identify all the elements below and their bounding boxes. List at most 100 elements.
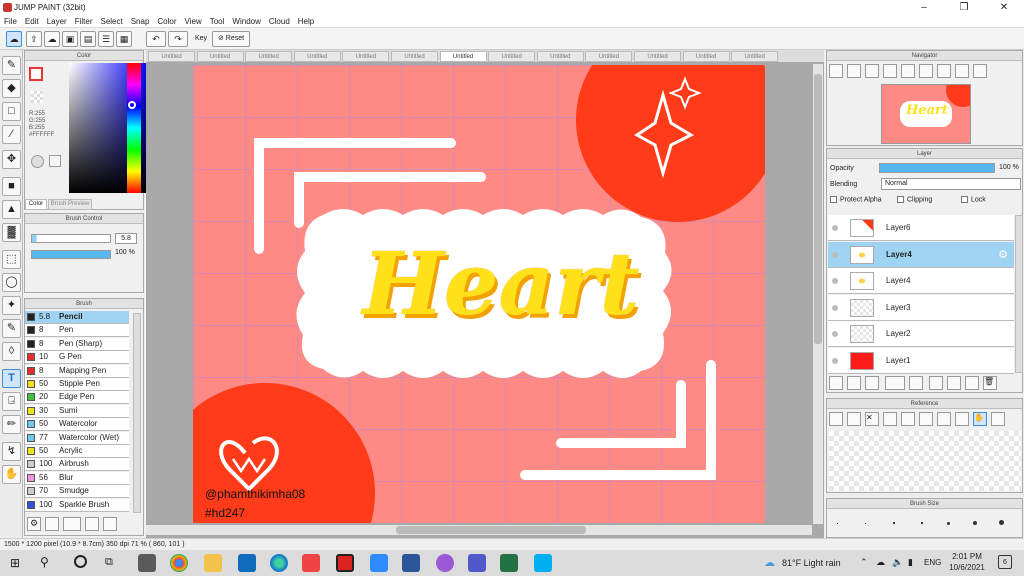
- dropper-tool-icon[interactable]: ✏: [2, 415, 21, 434]
- menu-snap[interactable]: Snap: [127, 16, 154, 27]
- brush-import-icon[interactable]: [63, 517, 81, 531]
- layer-row[interactable]: Layer6: [828, 215, 1014, 241]
- duplicate-layer-icon[interactable]: [929, 376, 943, 390]
- transparent-swatch[interactable]: [31, 91, 43, 103]
- artwork-canvas[interactable]: Heart @phamthikimha08 #hd247: [193, 65, 765, 523]
- menu-select[interactable]: Select: [96, 16, 126, 27]
- weather-text[interactable]: 81°F Light rain: [782, 558, 841, 568]
- clock-date[interactable]: 10/6/2021: [946, 563, 988, 572]
- bucket-tool-icon[interactable]: ▲: [2, 200, 21, 219]
- brush-item[interactable]: 70 Smudge: [25, 485, 129, 499]
- document-tab[interactable]: Untitled: [634, 51, 681, 62]
- layer-row[interactable]: Layer4: [828, 268, 1014, 294]
- document-tab[interactable]: Untitled: [342, 51, 390, 62]
- document-tab[interactable]: Untitled: [148, 51, 195, 62]
- layer-row[interactable]: Layer4 ⚙: [828, 241, 1014, 268]
- cloud-icon[interactable]: ☁: [6, 31, 22, 47]
- new-8bit-layer-icon[interactable]: [847, 376, 861, 390]
- protect-alpha-checkbox[interactable]: Protect Alpha: [830, 196, 882, 203]
- mail-app-icon[interactable]: [238, 554, 256, 572]
- volume-icon[interactable]: 🔈: [892, 557, 903, 568]
- brush-item[interactable]: 50 Stipple Pen: [25, 378, 129, 391]
- reference-open-icon[interactable]: [847, 412, 861, 426]
- layer-visibility-icon[interactable]: [832, 357, 838, 364]
- paint-app-icon[interactable]: [302, 554, 320, 572]
- brush-folder-icon[interactable]: [103, 517, 117, 531]
- edge-app-icon[interactable]: [270, 554, 288, 572]
- reference-zoom-out-icon[interactable]: [901, 412, 915, 426]
- gradient-tool-icon[interactable]: ▓: [2, 223, 21, 242]
- save-icon[interactable]: ▣: [62, 31, 78, 47]
- brush-item[interactable]: 8 Pen (Sharp): [25, 337, 129, 351]
- rotate-left-icon[interactable]: [919, 64, 933, 78]
- line-tool-icon[interactable]: ∕: [2, 125, 21, 144]
- minimize-button[interactable]: –: [904, 0, 944, 16]
- text-tool-icon[interactable]: T: [2, 369, 21, 388]
- brush-size-presets[interactable]: [831, 517, 1015, 531]
- document-tab[interactable]: Untitled: [488, 51, 536, 62]
- brush-item[interactable]: 5.8 Pencil: [25, 311, 129, 324]
- list-icon[interactable]: ☰: [98, 31, 114, 47]
- menu-file[interactable]: File: [0, 16, 21, 27]
- rotate-reset-icon[interactable]: [937, 64, 951, 78]
- blending-select[interactable]: Normal: [881, 178, 1021, 190]
- layer-visibility-icon[interactable]: [832, 225, 838, 231]
- rotate-right-icon[interactable]: [955, 64, 969, 78]
- task-view-icon[interactable]: ⧉: [105, 556, 113, 569]
- word-app-icon[interactable]: [402, 554, 420, 572]
- document-tab[interactable]: Untitled: [585, 51, 633, 62]
- brush-item[interactable]: 100 Airbrush: [25, 458, 129, 472]
- horizontal-scrollbar[interactable]: [146, 525, 812, 535]
- brush-item[interactable]: 8 Mapping Pen: [25, 364, 129, 378]
- teams-app-icon[interactable]: [468, 554, 486, 572]
- brush-tool-icon[interactable]: ✎: [2, 56, 21, 75]
- clipping-checkbox[interactable]: Clipping: [897, 196, 932, 203]
- menu-color[interactable]: Color: [153, 16, 180, 27]
- tab-color[interactable]: Color: [25, 199, 47, 210]
- reference-dropper-icon[interactable]: [955, 412, 969, 426]
- select-pen-icon[interactable]: ✎: [2, 319, 21, 338]
- foreground-color-swatch[interactable]: [29, 67, 43, 81]
- layer-opacity-slider[interactable]: [879, 163, 995, 173]
- brush-settings-icon[interactable]: ⚙: [27, 517, 41, 531]
- document-tab[interactable]: Untitled: [682, 51, 730, 62]
- layer-type-select[interactable]: [885, 376, 905, 390]
- search-icon[interactable]: ⚲: [40, 555, 49, 569]
- hue-slider[interactable]: [127, 63, 141, 193]
- vertical-scroll-thumb[interactable]: [814, 74, 822, 344]
- reset-button[interactable]: ⊘ Reset: [212, 31, 250, 47]
- layer-row[interactable]: Layer2: [828, 321, 1014, 347]
- new-layer-icon[interactable]: [829, 376, 843, 390]
- color-picker-icon[interactable]: [49, 155, 61, 167]
- store-app-icon[interactable]: [138, 554, 156, 572]
- vertical-scrollbar[interactable]: [813, 64, 823, 524]
- reference-rotate-icon[interactable]: [991, 412, 1005, 426]
- brush-copy-icon[interactable]: [85, 517, 99, 531]
- zoom-in-icon[interactable]: [829, 64, 843, 78]
- clock-time[interactable]: 2:01 PM: [950, 552, 984, 561]
- menu-edit[interactable]: Edit: [21, 16, 43, 27]
- reference-zoom-in-icon[interactable]: [883, 412, 897, 426]
- image-icon[interactable]: ▦: [116, 31, 132, 47]
- zoom-app-icon[interactable]: [370, 554, 388, 572]
- menu-layer[interactable]: Layer: [43, 16, 71, 27]
- brush-new-icon[interactable]: [45, 517, 59, 531]
- document-tab[interactable]: Untitled: [196, 51, 244, 62]
- navigator-thumbnail[interactable]: Heart: [881, 84, 971, 144]
- brush-item[interactable]: 77 Watercolor (Wet): [25, 431, 129, 445]
- brush-item[interactable]: 8 Pen: [25, 324, 129, 338]
- document-tab[interactable]: Untitled: [536, 51, 584, 62]
- file-icon[interactable]: ▤: [80, 31, 96, 47]
- delete-layer-icon[interactable]: 🗑: [983, 376, 997, 390]
- messenger-app-icon[interactable]: [436, 554, 454, 572]
- layer-scrollbar[interactable]: [1015, 215, 1023, 373]
- zoom-out-icon[interactable]: [847, 64, 861, 78]
- menu-view[interactable]: View: [181, 16, 206, 27]
- language-indicator[interactable]: ENG: [924, 558, 941, 567]
- brush-item[interactable]: 30 Sumi: [25, 404, 129, 418]
- undo-icon[interactable]: ↶: [146, 31, 166, 47]
- document-tab[interactable]: Untitled: [439, 51, 487, 62]
- brush-size-slider[interactable]: [31, 234, 111, 243]
- reference-hand-icon[interactable]: ✋: [973, 412, 987, 426]
- export-icon[interactable]: ⇧: [26, 31, 42, 47]
